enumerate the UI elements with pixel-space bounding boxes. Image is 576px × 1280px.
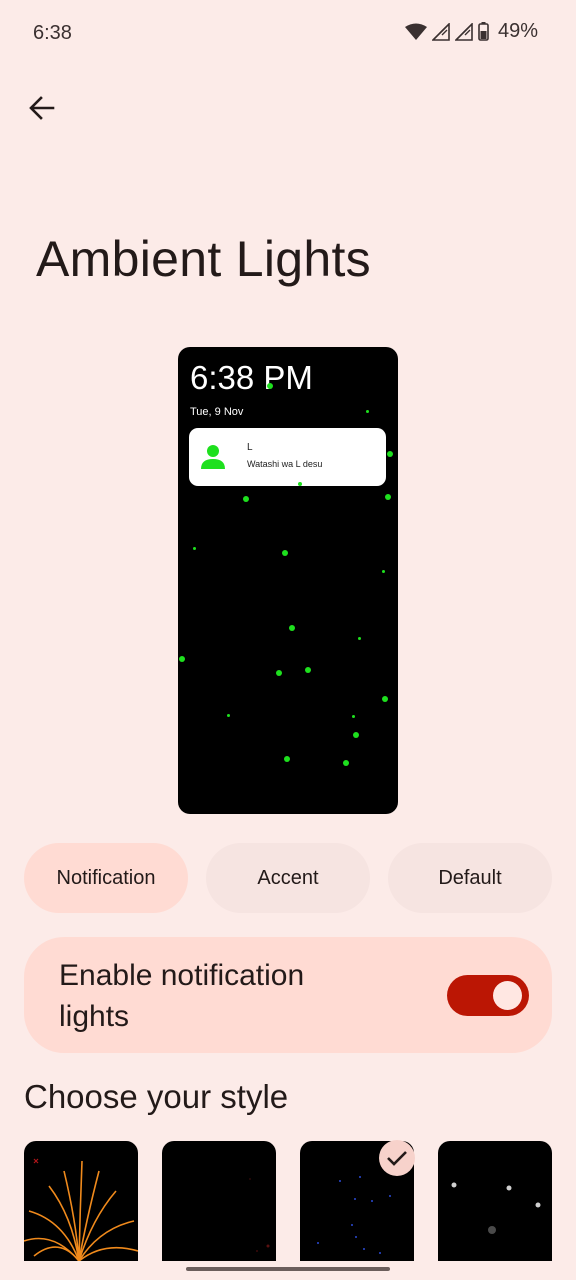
particle [385, 494, 391, 500]
mode-notification-button[interactable]: Notification [24, 843, 188, 913]
style-tile-fireworks[interactable] [24, 1141, 138, 1261]
particle [305, 667, 311, 673]
style-tile-dark[interactable] [162, 1141, 276, 1261]
enable-notification-lights-row[interactable]: Enable notification lights [24, 937, 552, 1053]
toggle-knob [493, 981, 522, 1010]
page-title: Ambient Lights [36, 231, 371, 287]
particle [284, 756, 290, 762]
particle [382, 696, 388, 702]
status-bar: 6:38 49% [0, 0, 576, 68]
signal-icon [431, 22, 450, 41]
particle [282, 550, 288, 556]
particle [289, 625, 295, 631]
wifi-icon [404, 23, 427, 41]
particle [276, 670, 282, 676]
stars-preview [451, 1182, 541, 1234]
particle [358, 637, 361, 640]
particle [353, 732, 359, 738]
style-tile-stars[interactable] [438, 1141, 552, 1261]
fireworks-preview [24, 1158, 138, 1261]
particle [193, 547, 196, 550]
particle [243, 496, 249, 502]
signal-icon [454, 22, 473, 41]
dark-preview [249, 1178, 270, 1252]
particle [387, 451, 393, 457]
preview-notification-card: L Watashi wa L desu [189, 428, 386, 486]
checkmark-icon [387, 1151, 407, 1166]
person-icon [201, 445, 225, 469]
battery-percent: 49% [497, 20, 538, 42]
selected-check-badge [379, 1140, 415, 1176]
battery-icon [478, 22, 489, 41]
mode-accent-button[interactable]: Accent [206, 843, 370, 913]
enable-notification-lights-label: Enable notification lights [59, 959, 305, 1033]
preview-date: Tue, 9 Nov [190, 406, 244, 418]
particle [179, 656, 185, 662]
particle [352, 715, 355, 718]
particle [298, 482, 302, 486]
status-icons: 49% [404, 20, 538, 43]
back-arrow-icon [29, 96, 55, 120]
preview-notification-title: L [247, 442, 253, 453]
preview-time: 6:38 PM [190, 359, 313, 396]
particle [227, 714, 230, 717]
section-title-choose-style: Choose your style [24, 1078, 289, 1115]
enable-notification-lights-toggle[interactable] [447, 975, 529, 1016]
mode-default-button[interactable]: Default [388, 843, 552, 913]
home-indicator[interactable] [186, 1267, 390, 1271]
preview-notification-text: Watashi wa L desu [247, 459, 323, 469]
particle [382, 570, 385, 573]
back-button[interactable] [24, 90, 60, 126]
status-time: 6:38 [33, 22, 72, 44]
particle [366, 410, 369, 413]
lockscreen-preview: 6:38 PM Tue, 9 Nov L Watashi wa L desu [178, 347, 398, 814]
particle [267, 383, 273, 389]
particle [343, 760, 349, 766]
